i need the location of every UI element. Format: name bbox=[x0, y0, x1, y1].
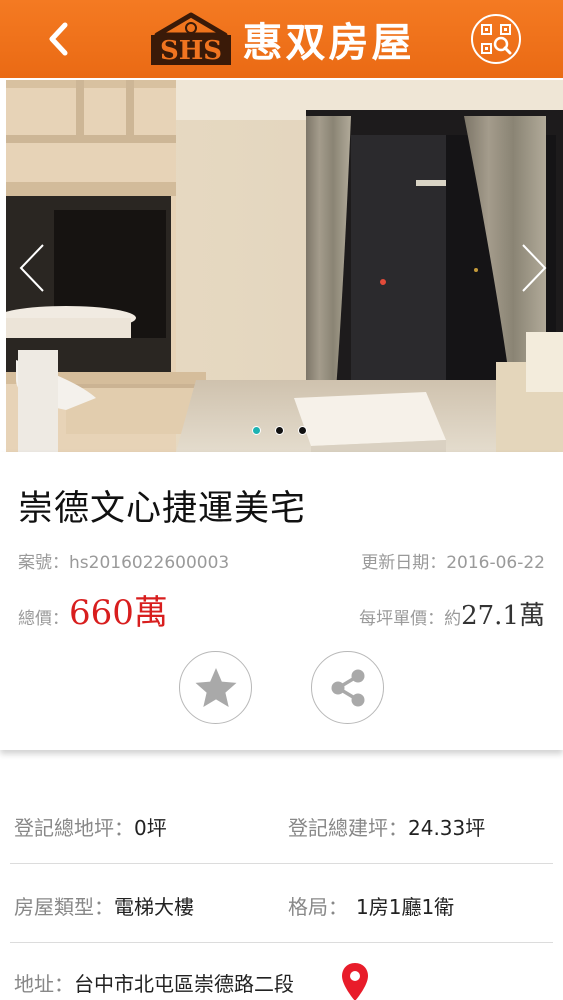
app-header: SHS 惠双房屋 bbox=[0, 0, 563, 78]
case-label: 案號： bbox=[18, 553, 69, 573]
map-pin-icon bbox=[342, 963, 368, 1000]
unit-price-value: 27.1萬 bbox=[461, 601, 545, 631]
listing-details bbox=[0, 760, 563, 1000]
chevron-left-icon bbox=[49, 22, 68, 56]
floor-plan: 格局： 1房1廳1衛 bbox=[288, 891, 454, 920]
updated-date: 更新日期：2016-06-22 bbox=[361, 548, 545, 573]
room-photo-illustration bbox=[6, 80, 563, 452]
updated-label: 更新日期： bbox=[361, 553, 447, 573]
address-value: 台中市北屯區崇德路二段 bbox=[74, 972, 294, 996]
map-button[interactable] bbox=[340, 962, 370, 1000]
back-button[interactable] bbox=[38, 18, 78, 60]
share-button[interactable] bbox=[311, 651, 384, 724]
chevron-left-icon bbox=[19, 244, 44, 292]
gallery-dot-3[interactable] bbox=[298, 426, 307, 435]
property-type-value: 電梯大樓 bbox=[114, 895, 194, 919]
divider bbox=[10, 863, 553, 864]
land-area: 登記總地坪： 0坪 bbox=[14, 812, 167, 841]
property-type-label: 房屋類型： bbox=[14, 895, 114, 919]
share-icon bbox=[331, 669, 364, 706]
total-price-label: 總價： bbox=[18, 609, 69, 629]
updated-value: 2016-06-22 bbox=[446, 553, 545, 573]
gallery-dot-1[interactable] bbox=[252, 426, 261, 435]
address: 地址： 台中市北屯區崇德路二段 bbox=[14, 968, 294, 997]
house-logo-icon: SHS bbox=[150, 12, 231, 66]
star-icon bbox=[195, 667, 236, 707]
gallery-dot-2[interactable] bbox=[275, 426, 284, 435]
floor-plan-value: 1房1廳1衛 bbox=[356, 895, 455, 919]
gallery-pagination bbox=[252, 426, 307, 435]
svg-text:SHS: SHS bbox=[159, 36, 221, 66]
qr-scan-button[interactable] bbox=[471, 14, 521, 64]
total-price: 總價：660萬 bbox=[18, 585, 168, 634]
total-price-value: 660萬 bbox=[69, 593, 168, 633]
favorite-button[interactable] bbox=[179, 651, 252, 724]
land-area-value: 0坪 bbox=[134, 816, 167, 840]
brand-name: 惠双房屋 bbox=[242, 20, 415, 66]
divider bbox=[10, 942, 553, 943]
brand-logo: SHS 惠双房屋 bbox=[149, 10, 415, 68]
unit-price-prefix: 約 bbox=[444, 609, 462, 629]
gallery-prev-button[interactable] bbox=[12, 238, 52, 298]
listing-photo[interactable] bbox=[6, 80, 563, 452]
listing-price-row: 總價：660萬 每坪單價：約27.1萬 bbox=[18, 585, 545, 634]
case-value: hs2016022600003 bbox=[69, 553, 230, 573]
case-number: 案號：hs2016022600003 bbox=[18, 548, 229, 573]
building-area-value: 24.33坪 bbox=[408, 816, 486, 840]
listing-title: 崇德文心捷運美宅 bbox=[18, 489, 307, 529]
unit-price-label: 每坪單價： bbox=[359, 609, 445, 629]
unit-price: 每坪單價：約27.1萬 bbox=[359, 595, 545, 632]
gallery-next-button[interactable] bbox=[514, 238, 554, 298]
floor-plan-label: 格局： bbox=[288, 895, 348, 919]
chevron-right-icon bbox=[522, 244, 547, 292]
land-area-label: 登記總地坪： bbox=[14, 816, 134, 840]
address-label: 地址： bbox=[14, 972, 74, 996]
property-type: 房屋類型： 電梯大樓 bbox=[14, 891, 194, 920]
building-area: 登記總建坪： 24.33坪 bbox=[288, 812, 485, 841]
qr-scan-icon bbox=[481, 24, 512, 55]
building-area-label: 登記總建坪： bbox=[288, 816, 408, 840]
listing-meta-row: 案號：hs2016022600003 更新日期：2016-06-22 bbox=[18, 548, 545, 573]
